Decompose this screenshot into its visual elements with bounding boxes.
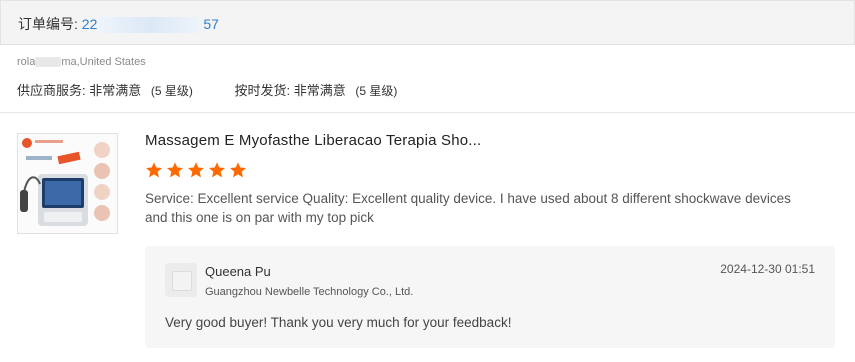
review-star-rating [145, 161, 247, 179]
reply-author-name: Queena Pu [205, 264, 271, 279]
buyer-region: rola ma,United States [17, 56, 146, 68]
reply-timestamp: 2024-12-30 01:51 [720, 262, 815, 276]
order-number-suffix: 57 [203, 16, 219, 32]
supplier-ratings: 供应商服务: 非常满意 (5 星级) 按时发货: 非常满意 (5 星级) [17, 80, 435, 99]
rating-level: (5 星级) [355, 84, 398, 98]
star-icon [208, 161, 226, 179]
rating-label: 按时发货: [234, 83, 291, 98]
reply-message: Very good buyer! Thank you very much for… [165, 315, 512, 330]
order-number-label: 订单编号: [18, 16, 78, 32]
order-number-prefix: 22 [81, 16, 98, 32]
star-icon [145, 161, 163, 179]
buyer-region-prefix: rola [17, 56, 36, 68]
star-icon [187, 161, 205, 179]
product-device-image-icon [18, 134, 117, 233]
reply-company: Guangzhou Newbelle Technology Co., Ltd. [205, 286, 414, 298]
section-divider [0, 112, 855, 113]
supplier-reply: Queena Pu Guangzhou Newbelle Technology … [145, 246, 835, 348]
review-text: Service: Excellent service Quality: Exce… [145, 191, 791, 225]
product-title[interactable]: Massagem E Myofasthe Liberacao Terapia S… [145, 132, 481, 149]
rating-value: 非常满意 [89, 83, 142, 98]
buyer-region-suffix: ma,United States [61, 56, 146, 68]
rating-level: (5 星级) [150, 84, 193, 98]
rating-on-time-delivery: 按时发货: 非常满意 (5 星级) [235, 80, 398, 99]
order-header: 订单编号: 22 57 [0, 0, 855, 45]
avatar-placeholder-icon [172, 271, 192, 291]
product-thumbnail[interactable] [17, 133, 118, 234]
star-icon [229, 161, 247, 179]
order-number[interactable]: 22 57 [81, 16, 219, 34]
rating-label: 供应商服务: [17, 83, 86, 98]
buyer-name-mask [35, 57, 62, 68]
avatar [165, 263, 197, 297]
order-number-row: 订单编号: 22 57 [18, 14, 219, 34]
rating-value: 非常满意 [293, 83, 346, 98]
rating-supplier-service: 供应商服务: 非常满意 (5 星级) [17, 80, 193, 99]
order-number-mask [98, 17, 203, 34]
star-icon [166, 161, 184, 179]
